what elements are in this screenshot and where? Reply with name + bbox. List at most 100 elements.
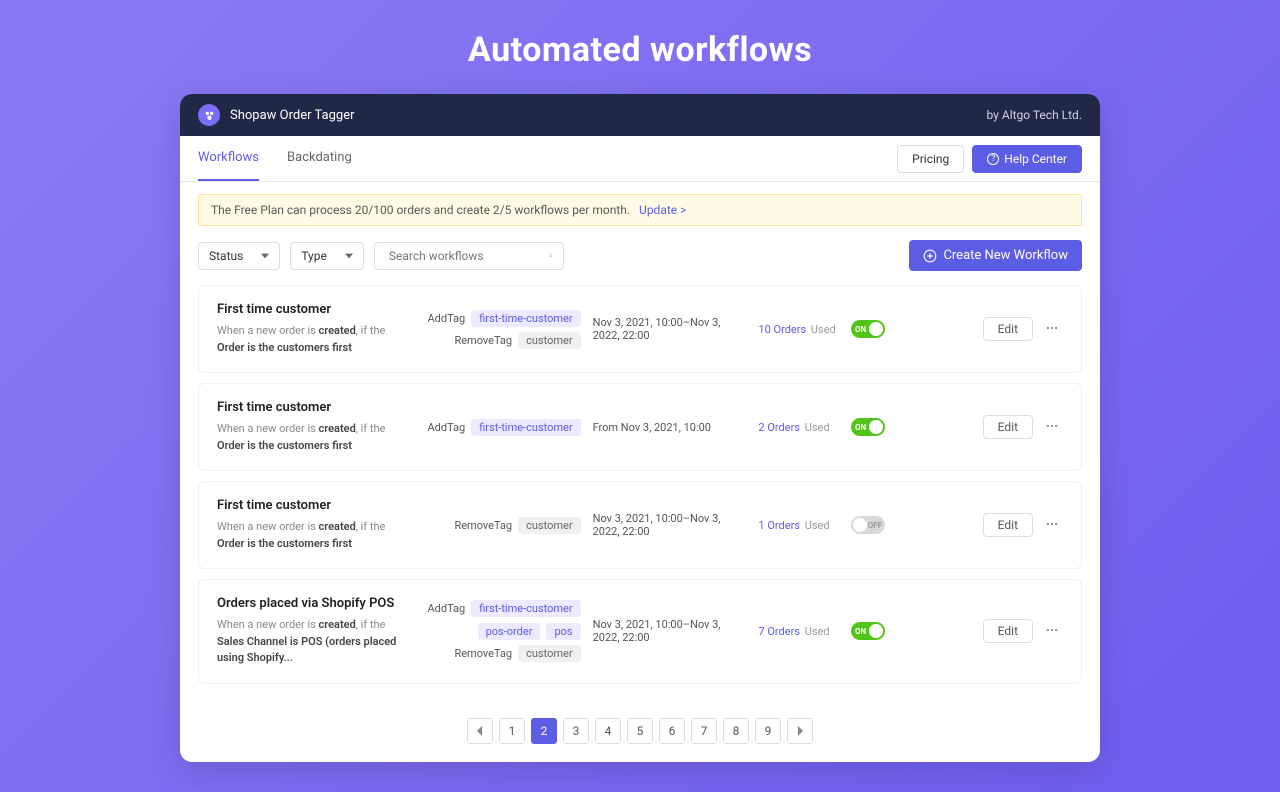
help-center-button[interactable]: ? Help Center: [972, 145, 1082, 173]
plus-circle-icon: [923, 249, 937, 263]
page-prev[interactable]: [467, 718, 493, 744]
enable-toggle[interactable]: ON: [851, 418, 885, 436]
company-label: by Altgo Tech Ltd.: [987, 108, 1082, 122]
page-7[interactable]: 7: [691, 718, 717, 744]
page-2[interactable]: 2: [531, 718, 557, 744]
toggle-knob: [869, 420, 883, 434]
type-dropdown[interactable]: Type: [290, 242, 364, 270]
workflow-title: First time customer: [217, 302, 415, 317]
toggle-state-label: ON: [855, 325, 866, 334]
toggle-state-label: OFF: [868, 521, 882, 530]
page-4[interactable]: 4: [595, 718, 621, 744]
edit-button[interactable]: Edit: [983, 317, 1033, 341]
status-dropdown[interactable]: Status: [198, 242, 280, 270]
more-button[interactable]: [1041, 618, 1063, 645]
date-range: Nov 3, 2021, 10:00–Nov 3, 2022, 22:00: [593, 512, 747, 538]
tag-action-label: AddTag: [427, 312, 465, 325]
tag-pill: pos: [546, 623, 580, 640]
enable-toggle[interactable]: ON: [851, 320, 885, 338]
more-button[interactable]: [1041, 316, 1063, 343]
workflow-description: When a new order is created, if the Sale…: [217, 617, 415, 667]
date-range: From Nov 3, 2021, 10:00: [593, 421, 747, 434]
workflow-title: First time customer: [217, 498, 415, 513]
tag-pill: first-time-customer: [471, 419, 580, 436]
tag-action-label: RemoveTag: [454, 519, 512, 532]
toggle-state-label: ON: [855, 423, 866, 432]
tag-actions: AddTagfirst-time-customerRemoveTagcustom…: [427, 310, 581, 349]
tag-pill: customer: [518, 332, 580, 349]
more-horizontal-icon: [1045, 623, 1059, 637]
tag-actions: RemoveTagcustomer: [427, 517, 581, 534]
workflow-description: When a new order is created, if the Orde…: [217, 421, 415, 454]
more-button[interactable]: [1041, 512, 1063, 539]
app-header: Shopaw Order Tagger by Altgo Tech Ltd.: [180, 94, 1100, 136]
enable-toggle[interactable]: OFF: [851, 516, 885, 534]
type-label: Type: [301, 249, 327, 263]
edit-button[interactable]: Edit: [983, 415, 1033, 439]
edit-button[interactable]: Edit: [983, 619, 1033, 643]
tag-action-label: RemoveTag: [454, 647, 512, 660]
tag-pill: pos-order: [478, 623, 541, 640]
chevron-right-icon: [795, 726, 805, 736]
pricing-button[interactable]: Pricing: [897, 145, 964, 173]
orders-used: 2 Orders Used: [758, 421, 839, 434]
more-horizontal-icon: [1045, 321, 1059, 335]
workflow-list: First time customer When a new order is c…: [180, 285, 1100, 708]
tag-action-label: AddTag: [427, 421, 465, 434]
workflow-row: First time customerWhen a new order is c…: [198, 285, 1082, 373]
workflow-row: First time customer When a new order is c…: [198, 383, 1082, 471]
workflow-row: Orders placed via Shopify POSWhen a new …: [198, 579, 1082, 684]
more-horizontal-icon: [1045, 517, 1059, 531]
tabs: Workflows Backdating: [198, 136, 352, 181]
more-horizontal-icon: [1045, 419, 1059, 433]
workflow-description: When a new order is created, if the Orde…: [217, 519, 415, 552]
search-input[interactable]: [385, 243, 549, 269]
orders-used: 7 Orders Used: [758, 625, 839, 638]
tag-actions: AddTag first-time-customer pos-order pos Rem…: [427, 600, 581, 662]
toggle-knob: [869, 624, 883, 638]
create-workflow-button[interactable]: Create New Workflow: [909, 240, 1082, 271]
notice-text: The Free Plan can process 20/100 orders …: [211, 203, 630, 217]
row-actions: Edit: [953, 414, 1063, 441]
page-1[interactable]: 1: [499, 718, 525, 744]
page-6[interactable]: 6: [659, 718, 685, 744]
tag-pill: first-time-customer: [471, 600, 580, 617]
page-9[interactable]: 9: [755, 718, 781, 744]
workflow-row: First time customer When a new order is c…: [198, 481, 1082, 569]
more-button[interactable]: [1041, 414, 1063, 441]
chevron-down-icon: [261, 252, 269, 260]
search-wrapper: [374, 242, 564, 270]
page-8[interactable]: 8: [723, 718, 749, 744]
row-actions: Edit: [953, 316, 1063, 343]
toolbar: Status Type Create New Workflow: [180, 226, 1100, 285]
create-workflow-label: Create New Workflow: [943, 248, 1068, 263]
page-title: Automated workflows: [20, 30, 1260, 70]
subnav: Workflows Backdating Pricing ? Help Cente…: [180, 136, 1100, 182]
tag-actions: AddTag first-time-customer: [427, 419, 581, 436]
nav-actions: Pricing ? Help Center: [897, 145, 1082, 173]
tab-workflows[interactable]: Workflows: [198, 136, 259, 181]
page-5[interactable]: 5: [627, 718, 653, 744]
pagination: 123456789: [180, 708, 1100, 762]
help-center-label: Help Center: [1004, 152, 1067, 166]
row-actions: Edit: [953, 618, 1063, 645]
notice-update-link[interactable]: Update >: [639, 203, 686, 217]
chevron-left-icon: [475, 726, 485, 736]
tag-action-label: AddTag: [427, 602, 465, 615]
orders-used: 1 Orders Used: [758, 519, 839, 532]
app-name: Shopaw Order Tagger: [230, 108, 355, 123]
search-icon: [549, 249, 553, 263]
workflow-title: First time customer: [217, 400, 415, 415]
page-3[interactable]: 3: [563, 718, 589, 744]
page-next[interactable]: [787, 718, 813, 744]
date-range: Nov 3, 2021, 10:00–Nov 3, 2022, 22:00: [593, 618, 747, 644]
enable-toggle[interactable]: ON: [851, 622, 885, 640]
tab-backdating[interactable]: Backdating: [287, 136, 352, 181]
tag-pill: customer: [518, 645, 580, 662]
toggle-knob: [853, 518, 867, 532]
filters: Status Type: [198, 242, 564, 270]
tag-action-label: RemoveTag: [454, 334, 512, 347]
edit-button[interactable]: Edit: [983, 513, 1033, 537]
date-range: Nov 3, 2021, 10:00–Nov 3, 2022, 22:00: [593, 316, 747, 342]
help-icon: ?: [987, 153, 999, 165]
